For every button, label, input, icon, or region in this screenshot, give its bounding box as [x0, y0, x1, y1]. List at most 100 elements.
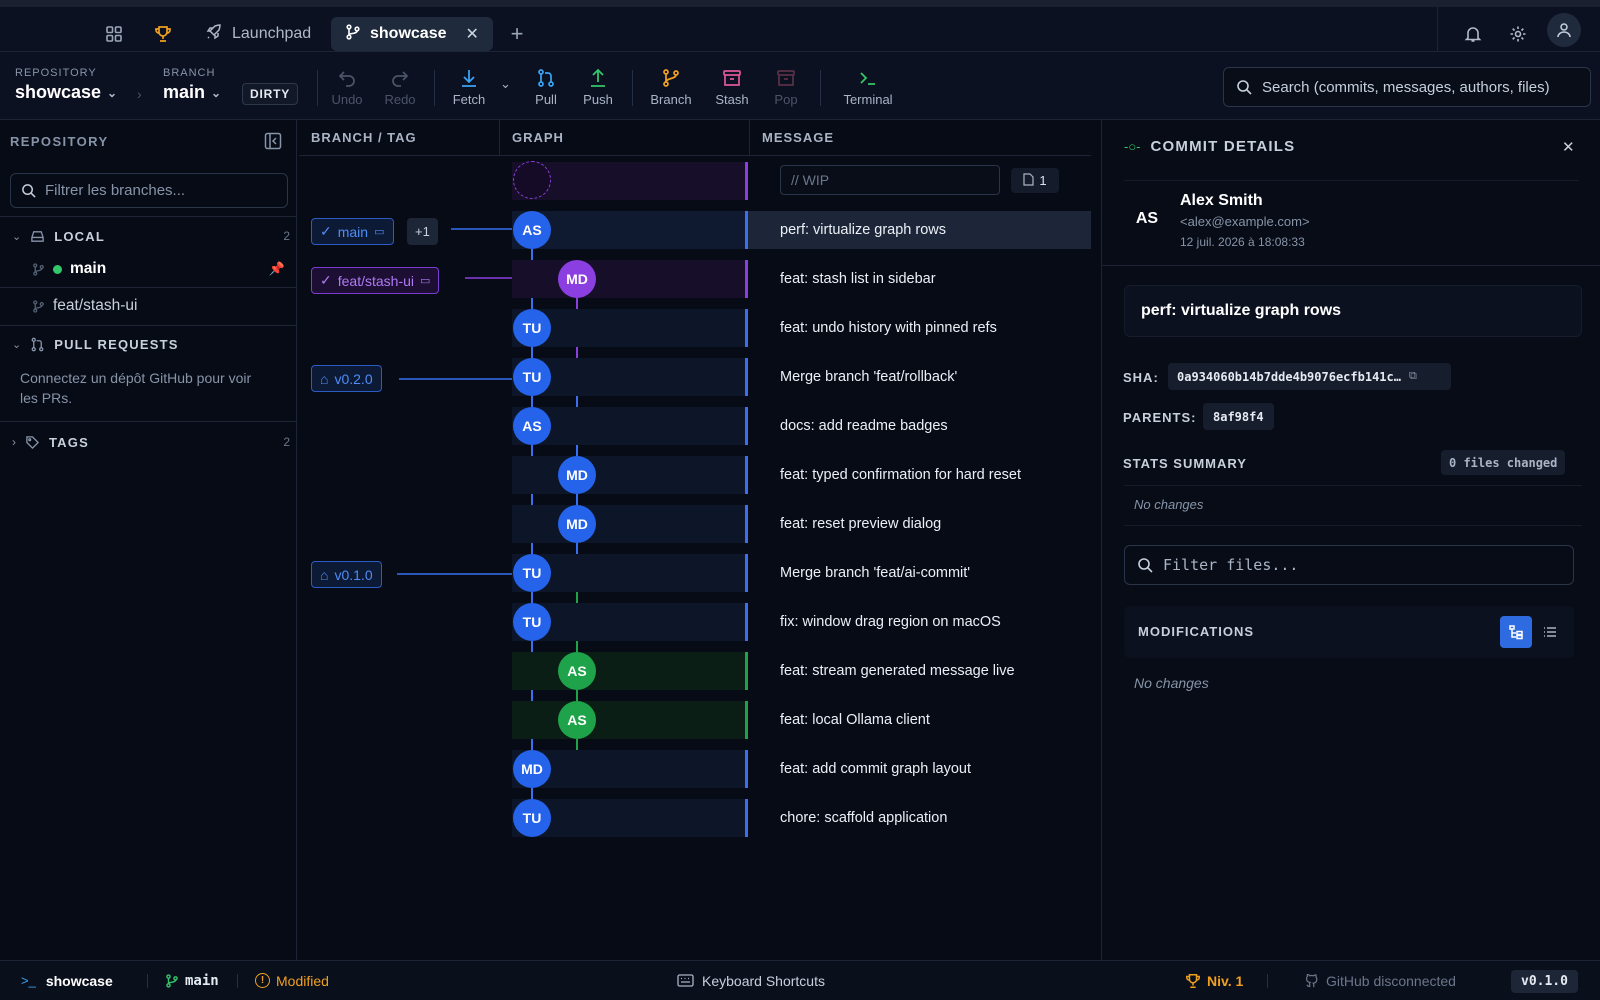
branch-ref-badge[interactable]: ✓ feat/stash-ui ▭ — [311, 267, 440, 294]
close-icon[interactable]: ✕ — [1562, 138, 1575, 156]
status-modified[interactable]: ! Modified — [255, 973, 329, 989]
avatar: AS — [513, 211, 551, 249]
sha-value: 0a934060b14b7dde4b9076ecfb141c… — [1177, 369, 1401, 384]
list-view-icon — [1544, 627, 1556, 637]
laptop-icon: ▭ — [420, 275, 431, 287]
gear-icon[interactable] — [1507, 23, 1529, 45]
stash-button[interactable]: Stash — [705, 68, 759, 107]
ref-label: main — [337, 223, 369, 240]
tab-label: Launchpad — [232, 25, 312, 42]
pop-button[interactable]: Pop — [759, 68, 813, 107]
table-row[interactable]: TU fix: window drag region on macOS — [299, 597, 1091, 647]
bell-icon[interactable] — [1462, 23, 1484, 45]
wip-message-input[interactable]: // WIP — [780, 165, 1000, 195]
branch-selector[interactable]: BRANCH main ⌄ — [163, 67, 221, 103]
status-repo-label: showcase — [45, 972, 113, 989]
commit-message: Merge branch 'feat/ai-commit' — [780, 565, 971, 581]
sidebar-item-main[interactable]: main 📌 — [0, 251, 297, 287]
grid-icon[interactable] — [103, 23, 125, 45]
sidebar: REPOSITORY Filtrer les branches... ⌄ LOC… — [0, 120, 297, 960]
table-row[interactable]: ⌂ v0.2.0 TU Merge branch 'feat/rollback' — [299, 352, 1091, 402]
fetch-label: Fetch — [452, 92, 486, 107]
avatar: TU — [513, 358, 551, 396]
repo-selector[interactable]: REPOSITORY showcase ⌄ — [15, 67, 117, 103]
fetch-dropdown-icon[interactable]: ⌄ — [500, 76, 511, 92]
branch-icon — [166, 973, 178, 988]
stats-label: STATS SUMMARY — [1123, 456, 1247, 471]
undo-button[interactable]: Undo — [320, 68, 374, 107]
table-row[interactable]: TU chore: scaffold application — [299, 793, 1091, 843]
collapse-sidebar-icon[interactable] — [264, 132, 284, 152]
check-icon: ✓ — [320, 272, 332, 288]
wip-file-count: 1 — [1039, 173, 1047, 188]
table-row[interactable]: ⌂ v0.1.0 TU Merge branch 'feat/ai-commit' — [299, 548, 1091, 598]
table-row[interactable]: AS feat: local Ollama client — [299, 695, 1091, 745]
push-label: Push — [583, 92, 613, 107]
avatar: MD — [558, 456, 596, 494]
table-row[interactable]: ✓ feat/stash-ui ▭ MD feat: stash list in s… — [299, 254, 1091, 304]
commit-message: chore: scaffold application — [780, 810, 948, 826]
table-row[interactable]: MD feat: reset preview dialog — [299, 499, 1091, 549]
tag-ref-badge[interactable]: ⌂ v0.1.0 — [311, 561, 382, 588]
tab-showcase[interactable]: showcase ✕ — [331, 17, 493, 51]
tree-view-button[interactable] — [1500, 616, 1532, 648]
user-avatar-button[interactable] — [1547, 13, 1581, 47]
ref-label: feat/stash-ui — [337, 272, 414, 289]
filter-files-input[interactable]: Filter files... — [1124, 545, 1574, 585]
pin-icon[interactable]: 📌 — [269, 261, 285, 277]
copy-icon[interactable]: ⧉ — [1409, 370, 1417, 383]
parent-sha-link[interactable]: 8af98f4 — [1203, 403, 1274, 430]
wip-files-badge[interactable]: 1 — [1011, 168, 1059, 193]
local-section-header[interactable]: ⌄ LOCAL 2 — [12, 222, 292, 250]
close-icon[interactable]: ✕ — [465, 24, 478, 44]
tag-icon — [26, 435, 40, 449]
stash-label: Stash — [715, 92, 749, 107]
table-row[interactable]: MD feat: typed confirmation for hard res… — [299, 450, 1091, 500]
status-branch[interactable]: main — [165, 973, 219, 989]
pull-requests-section-header[interactable]: ⌄ PULL REQUESTS — [12, 330, 292, 358]
level-label: Niv. 1 — [1207, 972, 1244, 989]
avatar: TU — [513, 309, 551, 347]
sha-value-box[interactable]: 0a934060b14b7dde4b9076ecfb141c… ⧉ — [1168, 363, 1451, 390]
tab-label: showcase — [370, 25, 447, 42]
sha-label: SHA: — [1123, 370, 1159, 385]
table-row[interactable]: ✓ main ▭ +1 AS perf: virtualize graph rows — [299, 205, 1091, 255]
push-button[interactable]: Push — [571, 68, 625, 107]
pull-button[interactable]: Pull — [519, 68, 573, 107]
sidebar-title: REPOSITORY — [10, 134, 109, 149]
table-row[interactable]: AS feat: stream generated message live — [299, 646, 1091, 696]
avatar: AS — [558, 701, 596, 739]
table-row[interactable]: AS docs: add readme badges — [299, 401, 1091, 451]
redo-button[interactable]: Redo — [373, 68, 427, 107]
trophy-icon — [1186, 973, 1200, 988]
laptop-icon: ▭ — [374, 226, 385, 238]
tag-ref-badge[interactable]: ⌂ v0.2.0 — [311, 365, 382, 392]
branch-button[interactable]: Branch — [644, 68, 698, 107]
chevron-down-icon: ⌄ — [107, 85, 118, 100]
tab-launchpad[interactable]: Launchpad — [191, 17, 325, 51]
terminal-button[interactable]: Terminal — [836, 68, 900, 107]
plus-icon[interactable]: + — [506, 21, 528, 46]
search-input[interactable]: Search (commits, messages, authors, file… — [1223, 67, 1591, 107]
table-row[interactable]: MD feat: add commit graph layout — [299, 744, 1091, 794]
archive-icon — [723, 70, 741, 86]
table-row[interactable]: TU feat: undo history with pinned refs — [299, 303, 1091, 353]
branch-ref-badge[interactable]: ✓ main ▭ — [311, 218, 394, 245]
commit-message: feat: stash list in sidebar — [780, 271, 936, 287]
redo-icon — [392, 71, 409, 87]
tags-section-header[interactable]: › TAGS 2 — [12, 428, 292, 456]
wip-row[interactable]: // WIP 1 — [299, 156, 1091, 206]
github-status[interactable]: GitHub disconnected — [1305, 973, 1456, 989]
branch-icon — [663, 69, 679, 87]
keyboard-shortcuts-button[interactable]: Keyboard Shortcuts — [677, 973, 825, 989]
level-badge[interactable]: Niv. 1 — [1185, 973, 1243, 989]
branch-filter-input[interactable]: Filtrer les branches... — [10, 173, 288, 208]
fetch-button[interactable]: Fetch — [442, 68, 496, 107]
trophy-icon[interactable] — [152, 23, 174, 45]
status-repo[interactable]: >_ showcase — [21, 973, 113, 989]
commit-message: docs: add readme badges — [780, 418, 948, 434]
list-view-button[interactable] — [1534, 616, 1566, 648]
ref-label: v0.2.0 — [334, 370, 373, 387]
extra-refs-badge[interactable]: +1 — [407, 218, 438, 245]
sidebar-item-feat-stash-ui[interactable]: feat/stash-ui — [0, 288, 297, 324]
